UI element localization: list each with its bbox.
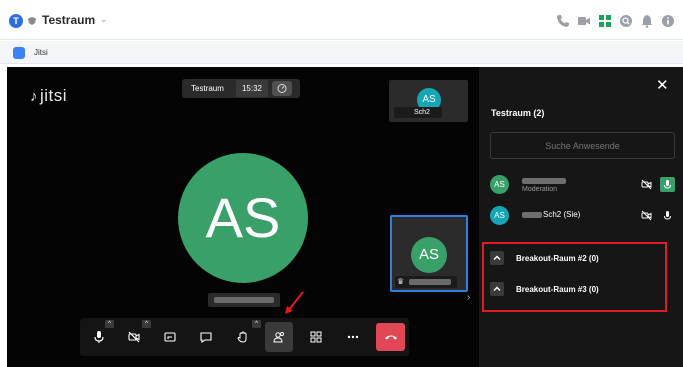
apps-grid-icon[interactable] xyxy=(598,14,612,28)
room-avatar[interactable]: T xyxy=(9,14,23,28)
more-actions-button[interactable] xyxy=(339,322,367,352)
chat-button[interactable] xyxy=(192,322,220,352)
participant-search-input[interactable] xyxy=(490,132,675,159)
gauge-icon xyxy=(277,84,287,93)
jitsi-logo: ♪ jitsi xyxy=(30,86,67,106)
shield-icon xyxy=(28,17,36,25)
participant-role: Moderation xyxy=(522,186,558,193)
jitsi-logo-text: jitsi xyxy=(40,86,68,105)
participant-avatar: AS xyxy=(490,206,509,225)
bell-icon[interactable] xyxy=(640,14,654,28)
close-icon[interactable]: ✕ xyxy=(656,78,669,93)
search-icon[interactable] xyxy=(619,14,633,28)
screen-share-icon xyxy=(164,332,176,342)
breakout-room-expand-toggle[interactable] xyxy=(490,282,504,296)
video-off-icon xyxy=(641,210,652,221)
redacted-name xyxy=(409,279,451,285)
jitsi-app-icon xyxy=(13,47,25,59)
redacted-name xyxy=(522,212,542,218)
microphone-icon xyxy=(94,331,104,343)
info-icon[interactable] xyxy=(661,14,675,28)
annotation-arrow-icon xyxy=(285,291,304,314)
connection-info-icon[interactable] xyxy=(272,81,292,96)
participant-name: Sch2 (Sie) xyxy=(543,210,581,219)
hand-icon xyxy=(237,331,247,343)
dominant-speaker-name xyxy=(208,293,280,307)
hangup-icon xyxy=(384,335,397,340)
video-off-icon xyxy=(128,331,140,343)
breakout-room-expand-toggle[interactable] xyxy=(490,251,504,265)
participant-avatar: AS xyxy=(490,175,509,194)
tile-view-button[interactable] xyxy=(302,322,330,352)
conference-timer: 15:32 xyxy=(236,80,268,97)
conference-subject: Testraum xyxy=(191,84,224,93)
breakout-room-name[interactable]: Breakout-Raum #2 (0) xyxy=(516,254,599,263)
microphone-icon xyxy=(664,180,671,189)
chevron-up-icon xyxy=(493,255,501,260)
participants-icon xyxy=(273,332,284,343)
chevron-up-icon[interactable]: ^ xyxy=(252,320,261,328)
screen-share-button[interactable] xyxy=(156,322,184,352)
participants-button[interactable] xyxy=(265,322,293,352)
chevron-up-icon xyxy=(493,286,501,291)
jitsi-logo-mark-icon: ♪ xyxy=(30,88,38,105)
chat-icon xyxy=(200,332,212,344)
video-camera-icon[interactable] xyxy=(577,14,591,28)
moderator-crown-icon: ♛ xyxy=(397,277,405,286)
chevron-right-icon[interactable]: › xyxy=(467,292,470,303)
redacted-name xyxy=(214,297,274,303)
more-icon xyxy=(347,335,359,339)
local-participant-name: ♛ xyxy=(395,276,457,288)
dominant-speaker-avatar: AS xyxy=(178,153,308,283)
app-window: T Testraum ⌄ Jitsi ♪ jitsi Testraum 15:32… xyxy=(0,0,683,367)
chevron-down-icon[interactable]: ⌄ xyxy=(100,14,108,25)
chevron-up-icon[interactable]: ^ xyxy=(105,320,114,328)
phone-icon[interactable] xyxy=(556,14,570,28)
breakout-room-name[interactable]: Breakout-Raum #3 (0) xyxy=(516,285,599,294)
chevron-up-icon[interactable]: ^ xyxy=(142,320,151,328)
redacted-name xyxy=(522,178,566,184)
video-off-icon xyxy=(641,179,652,190)
widget-tab-strip xyxy=(0,41,683,64)
microphone-icon xyxy=(664,211,671,220)
header-actions xyxy=(556,13,675,29)
hangup-button[interactable] xyxy=(376,323,405,351)
local-participant-avatar: AS xyxy=(411,237,447,273)
participants-pane-title: Testraum (2) xyxy=(491,108,545,118)
tile-view-icon xyxy=(310,331,322,343)
breakout-rooms-highlight xyxy=(482,242,667,312)
remote-participant-name: Sch2 xyxy=(394,107,442,118)
tab-jitsi[interactable]: Jitsi xyxy=(34,48,48,57)
microphone-active-icon xyxy=(660,177,675,192)
room-title[interactable]: Testraum xyxy=(42,13,95,27)
